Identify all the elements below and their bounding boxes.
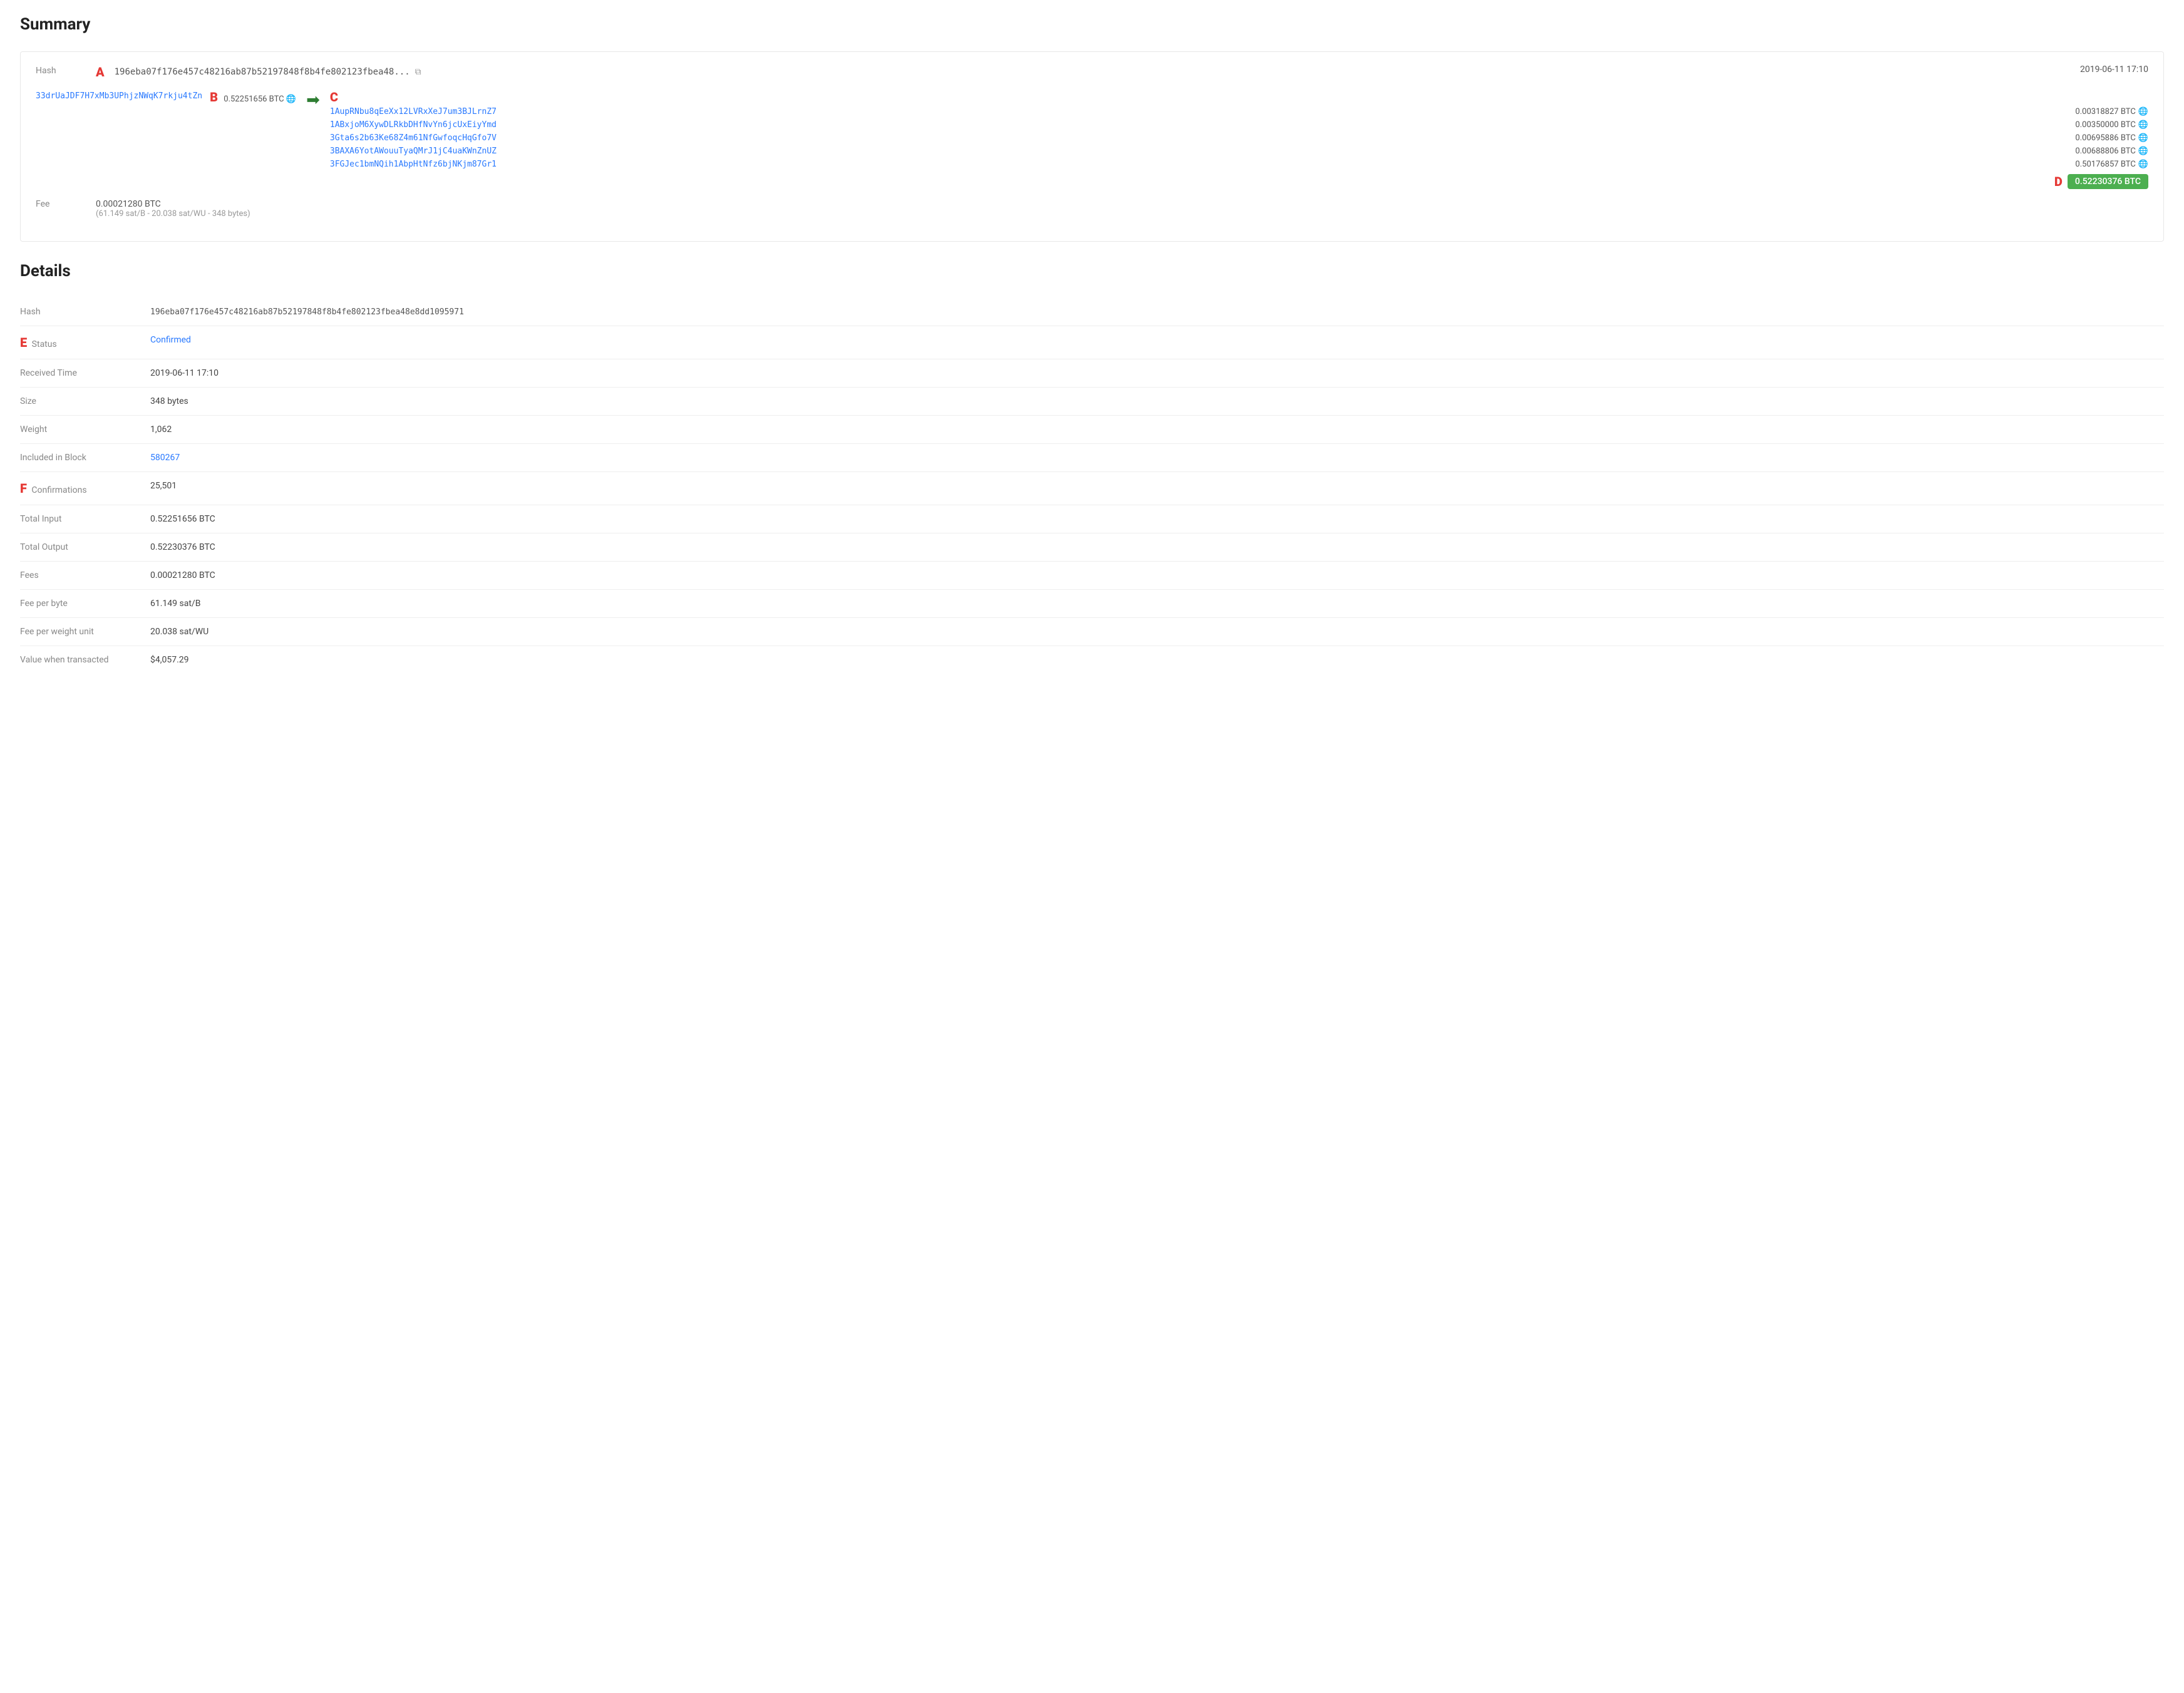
- detail-value-hash: 196eba07f176e457c48216ab87b52197848f8b4f…: [145, 298, 2164, 326]
- detail-row-total-output: Total Output 0.52230376 BTC: [20, 533, 2164, 562]
- detail-row-fees: Fees 0.00021280 BTC: [20, 562, 2164, 590]
- detail-row-hash: Hash 196eba07f176e457c48216ab87b52197848…: [20, 298, 2164, 326]
- annotation-d: D: [2054, 174, 2063, 189]
- output-amount-1: 0.00350000 BTC 🌐: [2075, 120, 2148, 130]
- fee-row: Fee 0.00021280 BTC (61.149 sat/B - 20.03…: [36, 199, 2148, 219]
- globe-icon-1: 🌐: [2138, 120, 2148, 130]
- timestamp: 2019-06-11 17:10: [2080, 64, 2148, 75]
- fee-btc: 0.00021280 BTC: [96, 199, 250, 209]
- globe-icon-3: 🌐: [2138, 147, 2148, 156]
- detail-row-status: E Status Confirmed: [20, 326, 2164, 359]
- detail-value-confirmations: 25,501: [145, 472, 2164, 505]
- detail-row-total-input: Total Input 0.52251656 BTC: [20, 505, 2164, 533]
- details-tbody: Hash 196eba07f176e457c48216ab87b52197848…: [20, 298, 2164, 674]
- output-address-2[interactable]: 3Gta6s2b63Ke68Z4m61NfGwfoqcHqGfo7V: [330, 133, 497, 143]
- input-amount-value: 0.52251656 BTC: [224, 95, 284, 104]
- detail-label-fee-per-byte: Fee per byte: [20, 590, 145, 618]
- hash-full-value: 196eba07f176e457c48216ab87b52197848f8b4f…: [150, 307, 464, 317]
- detail-row-weight: Weight 1,062: [20, 416, 2164, 444]
- details-title: Details: [20, 262, 2164, 283]
- output-address-1[interactable]: 1ABxjoM6XywDLRkbDHfNvYn6jcUxEiyYmd: [330, 120, 497, 130]
- fee-value-container: 0.00021280 BTC (61.149 sat/B - 20.038 sa…: [96, 199, 250, 219]
- output-address-0[interactable]: 1AupRNbu8qEeXx12LVRxXeJ7um3BJLrnZ7: [330, 107, 497, 116]
- globe-icon-input: 🌐: [286, 95, 296, 104]
- annotation-c: C: [330, 90, 2148, 105]
- hash-line: A 196eba07f176e457c48216ab87b52197848f8b…: [96, 64, 2080, 80]
- detail-row-size: Size 348 bytes: [20, 388, 2164, 416]
- annotation-f: F: [20, 481, 27, 496]
- hash-label: Hash: [36, 64, 86, 76]
- detail-label-size: Size: [20, 388, 145, 416]
- detail-value-fee-per-wu: 20.038 sat/WU: [145, 618, 2164, 646]
- annotation-b: B: [210, 90, 218, 105]
- detail-value-fee-per-byte: 61.149 sat/B: [145, 590, 2164, 618]
- detail-value-fees: 0.00021280 BTC: [145, 562, 2164, 590]
- annotation-e: E: [20, 335, 27, 350]
- tx-arrow: ➡: [306, 90, 320, 110]
- detail-label-total-input: Total Input: [20, 505, 145, 533]
- details-table: Hash 196eba07f176e457c48216ab87b52197848…: [20, 298, 2164, 674]
- globe-icon-4: 🌐: [2138, 160, 2148, 169]
- globe-icon-0: 🌐: [2138, 107, 2148, 116]
- detail-label-fee-per-wu: Fee per weight unit: [20, 618, 145, 646]
- details-section: Details Hash 196eba07f176e457c48216ab87b…: [20, 262, 2164, 674]
- detail-row-confirmations: F Confirmations 25,501: [20, 472, 2164, 505]
- total-output-badge: 0.52230376 BTC: [2068, 174, 2148, 189]
- copy-icon[interactable]: ⧉: [415, 67, 421, 77]
- detail-value-received-time: 2019-06-11 17:10: [145, 359, 2164, 388]
- block-link[interactable]: 580267: [150, 453, 180, 463]
- input-row: 33drUaJDF7H7xMb3UPhjzNWqK7rkju4tZn B 0.5…: [36, 90, 296, 105]
- tx-inputs: 33drUaJDF7H7xMb3UPhjzNWqK7rkju4tZn B 0.5…: [36, 90, 296, 105]
- globe-icon-2: 🌐: [2138, 133, 2148, 143]
- detail-row-value-transacted: Value when transacted $4,057.29: [20, 646, 2164, 674]
- output-row-3: 3BAXA6YotAWouuTyaQMrJ1jC4uaKWnZnUZ 0.006…: [330, 147, 2148, 156]
- tx-io-area: 33drUaJDF7H7xMb3UPhjzNWqK7rkju4tZn B 0.5…: [36, 90, 2148, 189]
- fee-label: Fee: [36, 199, 86, 209]
- hash-row: Hash A 196eba07f176e457c48216ab87b521978…: [36, 64, 2148, 80]
- detail-label-received-time: Received Time: [20, 359, 145, 388]
- output-row-2: 3Gta6s2b63Ke68Z4m61NfGwfoqcHqGfo7V 0.006…: [330, 133, 2148, 143]
- output-amount-3: 0.00688806 BTC 🌐: [2075, 147, 2148, 156]
- detail-row-fee-per-wu: Fee per weight unit 20.038 sat/WU: [20, 618, 2164, 646]
- output-row-1: 1ABxjoM6XywDLRkbDHfNvYn6jcUxEiyYmd 0.003…: [330, 120, 2148, 130]
- detail-value-block: 580267: [145, 444, 2164, 472]
- detail-value-status: Confirmed: [145, 326, 2164, 359]
- input-amount: B 0.52251656 BTC 🌐: [210, 90, 296, 105]
- detail-label-total-output: Total Output: [20, 533, 145, 562]
- detail-label-status: E Status: [20, 326, 145, 359]
- output-amount-2: 0.00695886 BTC 🌐: [2075, 133, 2148, 143]
- detail-value-total-input: 0.52251656 BTC: [145, 505, 2164, 533]
- detail-label-fees: Fees: [20, 562, 145, 590]
- hash-short-value: 196eba07f176e457c48216ab87b52197848f8b4f…: [115, 67, 410, 77]
- output-row-0: 1AupRNbu8qEeXx12LVRxXeJ7um3BJLrnZ7 0.003…: [330, 107, 2148, 116]
- arrow-right-icon: ➡: [306, 91, 320, 110]
- output-row-4: 3FGJec1bmNQih1AbpHtNfz6bjNKjm87Gr1 0.501…: [330, 160, 2148, 169]
- annotation-a: A: [96, 64, 105, 80]
- detail-row-fee-per-byte: Fee per byte 61.149 sat/B: [20, 590, 2164, 618]
- output-amount-0: 0.00318827 BTC 🌐: [2075, 107, 2148, 116]
- input-address[interactable]: 33drUaJDF7H7xMb3UPhjzNWqK7rkju4tZn: [36, 91, 202, 101]
- summary-card: Hash A 196eba07f176e457c48216ab87b521978…: [20, 51, 2164, 242]
- detail-value-size: 348 bytes: [145, 388, 2164, 416]
- summary-title: Summary: [20, 15, 2164, 36]
- detail-value-weight: 1,062: [145, 416, 2164, 444]
- detail-label-value-transacted: Value when transacted: [20, 646, 145, 674]
- status-confirmed: Confirmed: [150, 335, 191, 345]
- detail-row-block: Included in Block 580267: [20, 444, 2164, 472]
- detail-label-block: Included in Block: [20, 444, 145, 472]
- detail-label-confirmations: F Confirmations: [20, 472, 145, 505]
- output-address-4[interactable]: 3FGJec1bmNQih1AbpHtNfz6bjNKjm87Gr1: [330, 160, 497, 169]
- output-address-3[interactable]: 3BAXA6YotAWouuTyaQMrJ1jC4uaKWnZnUZ: [330, 147, 497, 156]
- output-amount-4: 0.50176857 BTC 🌐: [2075, 160, 2148, 169]
- tx-outputs: C 1AupRNbu8qEeXx12LVRxXeJ7um3BJLrnZ7 0.0…: [330, 90, 2148, 189]
- detail-row-received-time: Received Time 2019-06-11 17:10: [20, 359, 2164, 388]
- fee-detail: (61.149 sat/B - 20.038 sat/WU - 348 byte…: [96, 209, 250, 219]
- detail-label-weight: Weight: [20, 416, 145, 444]
- detail-label-hash: Hash: [20, 298, 145, 326]
- detail-value-value-transacted: $4,057.29: [145, 646, 2164, 674]
- detail-value-total-output: 0.52230376 BTC: [145, 533, 2164, 562]
- summary-section: Summary Hash A 196eba07f176e457c48216ab8…: [20, 15, 2164, 242]
- total-row: D 0.52230376 BTC: [330, 174, 2148, 189]
